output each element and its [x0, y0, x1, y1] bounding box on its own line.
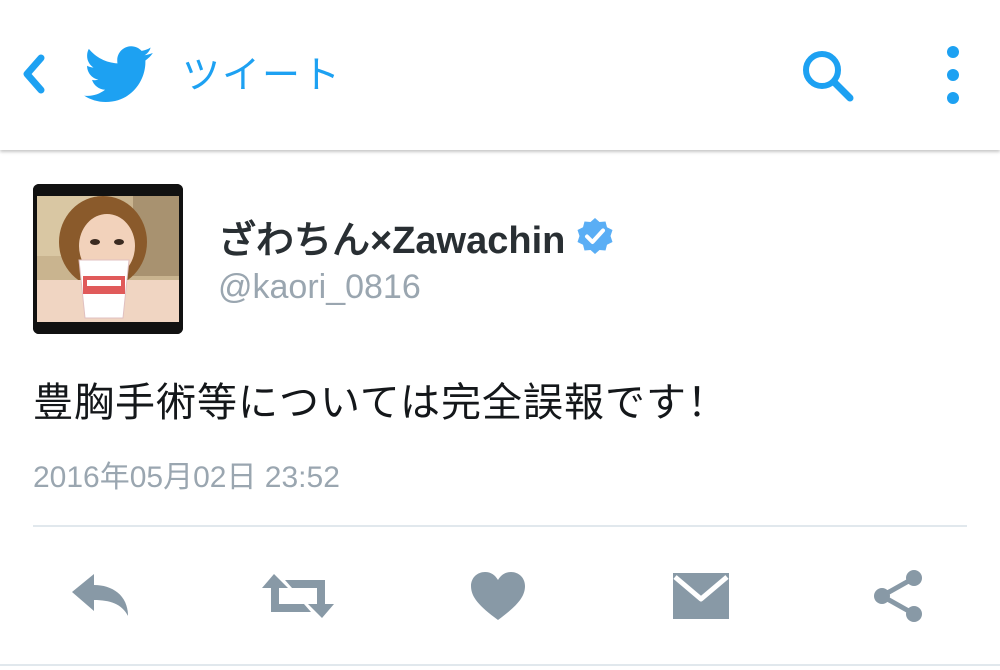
twitter-bird-icon: [84, 46, 153, 102]
overflow-menu-icon: [947, 46, 959, 104]
display-name: ざわちん×Zawachin: [218, 219, 566, 262]
tweet-text: 豊胸手術等については完全誤報です！: [33, 380, 728, 426]
like-heart-icon: [471, 572, 525, 620]
retweet-button[interactable]: [258, 560, 338, 632]
share-button[interactable]: [858, 560, 938, 632]
search-button[interactable]: [796, 46, 860, 106]
avatar[interactable]: [33, 184, 183, 334]
verified-badge-icon: [577, 218, 613, 254]
direct-message-button[interactable]: [661, 560, 741, 632]
tweet-detail-screen: ツイート ざわちん×Zawachin @kaori_0816 豊胸手術等について…: [0, 0, 1000, 670]
reply-icon: [72, 574, 128, 616]
overflow-menu-button[interactable]: [930, 40, 976, 110]
top-app-bar: ツイート: [0, 0, 1000, 150]
user-handle[interactable]: @kaori_0816: [218, 268, 421, 307]
user-avatar-photo: [33, 184, 183, 334]
search-icon: [803, 51, 854, 102]
reply-button[interactable]: [60, 560, 140, 632]
page-title: ツイート: [182, 53, 343, 97]
retweet-icon: [262, 574, 334, 618]
share-icon: [874, 570, 922, 622]
divider: [33, 525, 967, 527]
back-button[interactable]: [12, 48, 56, 100]
display-name-row[interactable]: ざわちん×Zawachin: [218, 208, 615, 264]
direct-message-icon: [673, 573, 729, 619]
bottom-divider: [0, 664, 1000, 666]
like-button[interactable]: [458, 560, 538, 632]
back-chevron-icon: [23, 54, 45, 94]
tweet-timestamp: 2016年05月02日 23:52: [33, 461, 340, 494]
